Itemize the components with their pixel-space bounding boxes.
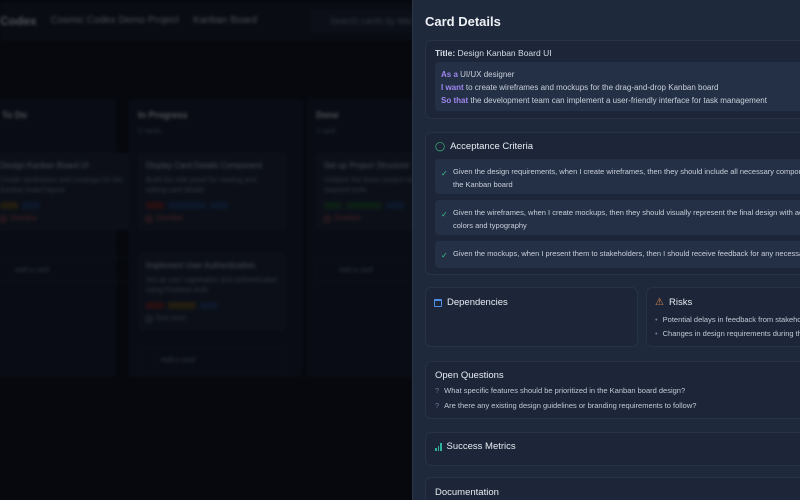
question-text: Are there any existing design guidelines… xyxy=(444,401,697,410)
section-heading: Success Metrics xyxy=(446,441,516,452)
i-want-text: to create wireframes and mockups for the… xyxy=(465,83,719,92)
card-details-panel: Card Details Title: Design Kanban Board … xyxy=(412,0,800,500)
criteria-text: Given the wireframes, when I create mock… xyxy=(453,208,800,230)
criteria-item: ✓ Given the design requirements, when I c… xyxy=(435,159,800,194)
criteria-text: Given the design requirements, when I cr… xyxy=(453,167,800,189)
acceptance-criteria-section: ◯ Acceptance Criteria ✓ Given the design r… xyxy=(425,132,800,275)
check-icon: ✓ xyxy=(441,251,448,260)
as-a-keyword: As a xyxy=(441,70,458,79)
section-heading: Acceptance Criteria xyxy=(450,141,533,152)
card-title-value: Design Kanban Board UI xyxy=(457,48,552,58)
criteria-item: ✓ Given the mockups, when I present them … xyxy=(435,241,800,268)
question-text: What specific features should be priorit… xyxy=(444,386,686,395)
question-item: ? Are there any existing design guideline… xyxy=(435,401,697,410)
risk-text: Changes in design requirements during th… xyxy=(662,329,800,338)
so-that-keyword: So that xyxy=(441,96,469,105)
risks-section: ⚠ Risks • Potential delays in feedback fro… xyxy=(646,287,800,347)
dependencies-section: Dependencies xyxy=(425,287,638,347)
section-heading: Documentation xyxy=(435,487,499,498)
user-story-section: Title: Design Kanban Board UI As a UI/UX… xyxy=(425,40,800,119)
section-heading: Open Questions xyxy=(435,370,504,381)
panel-title: Card Details xyxy=(425,14,501,29)
criteria-text: Given the mockups, when I present them t… xyxy=(453,249,800,258)
section-heading: Dependencies xyxy=(447,297,508,308)
success-metrics-section: Success Metrics xyxy=(425,432,800,466)
modal-backdrop[interactable] xyxy=(0,0,412,500)
criteria-item: ✓ Given the wireframes, when I create moc… xyxy=(435,200,800,235)
user-story: As a UI/UX designer I want to create wir… xyxy=(435,62,800,111)
check-icon: ✓ xyxy=(441,169,448,178)
open-questions-section: Open Questions ? What specific features s… xyxy=(425,361,800,419)
check-icon: ✓ xyxy=(441,210,448,219)
documentation-section: Documentation xyxy=(425,477,800,500)
calendar-icon xyxy=(434,298,442,307)
title-label: Title: xyxy=(435,48,456,58)
question-item: ? What specific features should be priori… xyxy=(435,386,686,395)
risk-text: Potential delays in feedback from stakeh… xyxy=(662,315,800,324)
so-that-text: the development team can implement a use… xyxy=(470,96,767,105)
bar-chart-icon xyxy=(435,442,442,451)
check-circle-icon: ◯ xyxy=(435,141,446,151)
risk-item: • Potential delays in feedback from stake… xyxy=(655,315,800,324)
i-want-keyword: I want xyxy=(441,83,464,92)
section-heading: Risks xyxy=(668,297,693,308)
as-a-text: UI/UX designer xyxy=(460,70,515,79)
risk-item: • Changes in design requirements during t… xyxy=(655,329,800,338)
warning-icon: ⚠ xyxy=(655,297,664,308)
